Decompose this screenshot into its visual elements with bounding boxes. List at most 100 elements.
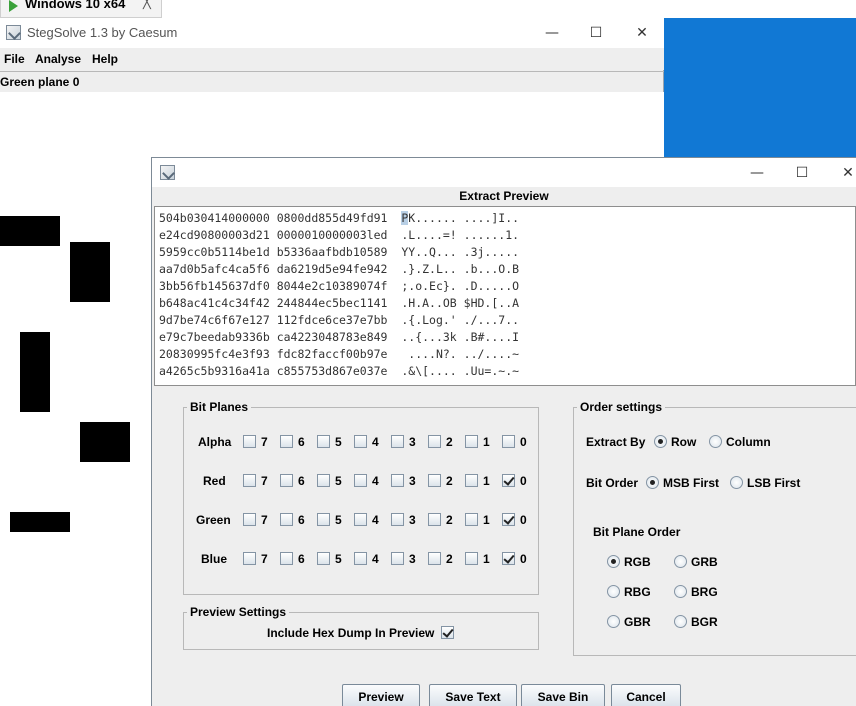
alpha-bit-3-checkbox[interactable]: [391, 435, 404, 448]
blue-bit-4-checkbox[interactable]: [354, 552, 367, 565]
alpha-bit-1-checkbox[interactable]: [465, 435, 478, 448]
red-bit-4-checkbox[interactable]: [354, 474, 367, 487]
bit-label: 6: [298, 474, 305, 488]
red-bit-6-checkbox[interactable]: [280, 474, 293, 487]
bit-label: 6: [298, 552, 305, 566]
lsb-first-radio[interactable]: [730, 476, 743, 489]
menu-analyse[interactable]: Analyse: [35, 52, 81, 66]
main-close-button[interactable]: ✕: [619, 18, 665, 48]
java-app-icon: [6, 25, 21, 40]
hex-bytes: 9d7be74c6f67e127 112fdce6ce37e7bb: [159, 313, 388, 327]
menu-file[interactable]: File: [4, 52, 25, 66]
order-brg-radio[interactable]: [674, 585, 687, 598]
green-bit-4-checkbox[interactable]: [354, 513, 367, 526]
green-bit-7-checkbox[interactable]: [243, 513, 256, 526]
dialog-heading: Extract Preview: [459, 189, 549, 203]
alpha-bit-7-checkbox[interactable]: [243, 435, 256, 448]
extract-by-column-radio[interactable]: [709, 435, 722, 448]
bit-label: 0: [520, 513, 527, 527]
msb-first-radio[interactable]: [646, 476, 659, 489]
green-bit-2-checkbox[interactable]: [428, 513, 441, 526]
order-gbr-radio[interactable]: [607, 615, 620, 628]
blue-bit-1-checkbox[interactable]: [465, 552, 478, 565]
green-bit-3-checkbox[interactable]: [391, 513, 404, 526]
order-gbr-label: GBR: [624, 615, 651, 629]
order-rbg-radio[interactable]: [607, 585, 620, 598]
order-settings-group: Order settings Extract By Row Column Bit…: [573, 400, 856, 656]
bit-label: 7: [261, 474, 268, 488]
hex-dump-checkbox[interactable]: [441, 626, 454, 639]
blue-bit-6-checkbox[interactable]: [280, 552, 293, 565]
main-minimize-button[interactable]: —: [529, 18, 575, 48]
ascii-chars: ;.o.Ec}. .D.....O: [401, 279, 520, 293]
hex-bytes: 3bb56fb145637df0 8044e2c10389074f: [159, 279, 388, 293]
ascii-chars: .&\[.... .Uu=.~.~: [401, 364, 520, 378]
bit-label: 6: [298, 513, 305, 527]
red-bit-5-checkbox[interactable]: [317, 474, 330, 487]
cancel-button[interactable]: Cancel: [611, 684, 681, 706]
dialog-minimize-button[interactable]: —: [734, 158, 780, 188]
hex-preview-area[interactable]: 504b030414000000 0800dd855d49fd91 PK....…: [154, 206, 856, 386]
extract-by-row-radio[interactable]: [654, 435, 667, 448]
blue-bit-2-checkbox[interactable]: [428, 552, 441, 565]
order-rbg-label: RBG: [624, 585, 651, 599]
order-grb-label: GRB: [691, 555, 718, 569]
image-block: [70, 242, 110, 302]
vm-tab[interactable]: Windows 10 x64 ╳: [0, 0, 162, 18]
dialog-close-button[interactable]: ✕: [825, 158, 856, 188]
alpha-label: Alpha: [198, 435, 232, 449]
bit-label: 1: [483, 552, 490, 566]
order-settings-legend: Order settings: [577, 400, 666, 414]
bit-label: 7: [261, 435, 268, 449]
red-bit-7-checkbox[interactable]: [243, 474, 256, 487]
hex-bytes: 504b030414000000 0800dd855d49fd91: [159, 211, 388, 225]
vm-tab-title: Windows 10 x64: [25, 0, 126, 11]
hex-line: 504b030414000000 0800dd855d49fd91 PK....…: [159, 211, 519, 228]
dialog-title-bar[interactable]: — ☐ ✕: [152, 158, 856, 187]
preview-settings-group: Preview Settings Include Hex Dump In Pre…: [183, 605, 539, 650]
bit-label: 4: [372, 552, 379, 566]
blue-bit-7-checkbox[interactable]: [243, 552, 256, 565]
bit-label: 2: [446, 474, 453, 488]
extract-preview-dialog: — ☐ ✕ Extract Preview 504b030414000000 0…: [151, 157, 856, 706]
order-bgr-radio[interactable]: [674, 615, 687, 628]
bit-label: 7: [261, 513, 268, 527]
main-maximize-button[interactable]: ☐: [573, 18, 619, 48]
bit-label: 1: [483, 513, 490, 527]
menu-help[interactable]: Help: [92, 52, 118, 66]
red-bit-2-checkbox[interactable]: [428, 474, 441, 487]
hex-line: aa7d0b5afc4ca5f6 da6219d5e94fe942 .}.Z.L…: [159, 262, 519, 279]
bit-label: 6: [298, 435, 305, 449]
bit-label: 3: [409, 513, 416, 527]
dialog-maximize-button[interactable]: ☐: [779, 158, 825, 188]
blue-label: Blue: [201, 552, 228, 566]
alpha-bit-2-checkbox[interactable]: [428, 435, 441, 448]
red-bit-1-checkbox[interactable]: [465, 474, 478, 487]
ascii-chars: ....N?. ../....~: [401, 347, 520, 361]
green-bit-5-checkbox[interactable]: [317, 513, 330, 526]
order-grb-radio[interactable]: [674, 555, 687, 568]
order-rgb-radio[interactable]: [607, 555, 620, 568]
bit-label: 5: [335, 435, 342, 449]
red-bit-0-checkbox[interactable]: [502, 474, 515, 487]
alpha-bit-6-checkbox[interactable]: [280, 435, 293, 448]
green-bit-0-checkbox[interactable]: [502, 513, 515, 526]
bit-label: 3: [409, 552, 416, 566]
blue-bit-5-checkbox[interactable]: [317, 552, 330, 565]
preview-settings-legend: Preview Settings: [187, 605, 290, 619]
red-label: Red: [203, 474, 226, 488]
blue-bit-3-checkbox[interactable]: [391, 552, 404, 565]
save-bin-button[interactable]: Save Bin: [521, 684, 605, 706]
vm-tab-close-icon[interactable]: ╳: [143, 0, 151, 10]
green-bit-6-checkbox[interactable]: [280, 513, 293, 526]
save-text-button[interactable]: Save Text: [429, 684, 517, 706]
main-title-bar[interactable]: StegSolve 1.3 by Caesum — ☐ ✕: [0, 18, 664, 48]
vm-running-icon: [9, 0, 18, 12]
green-bit-1-checkbox[interactable]: [465, 513, 478, 526]
blue-bit-0-checkbox[interactable]: [502, 552, 515, 565]
alpha-bit-0-checkbox[interactable]: [502, 435, 515, 448]
red-bit-3-checkbox[interactable]: [391, 474, 404, 487]
preview-button[interactable]: Preview: [342, 684, 420, 706]
alpha-bit-5-checkbox[interactable]: [317, 435, 330, 448]
alpha-bit-4-checkbox[interactable]: [354, 435, 367, 448]
